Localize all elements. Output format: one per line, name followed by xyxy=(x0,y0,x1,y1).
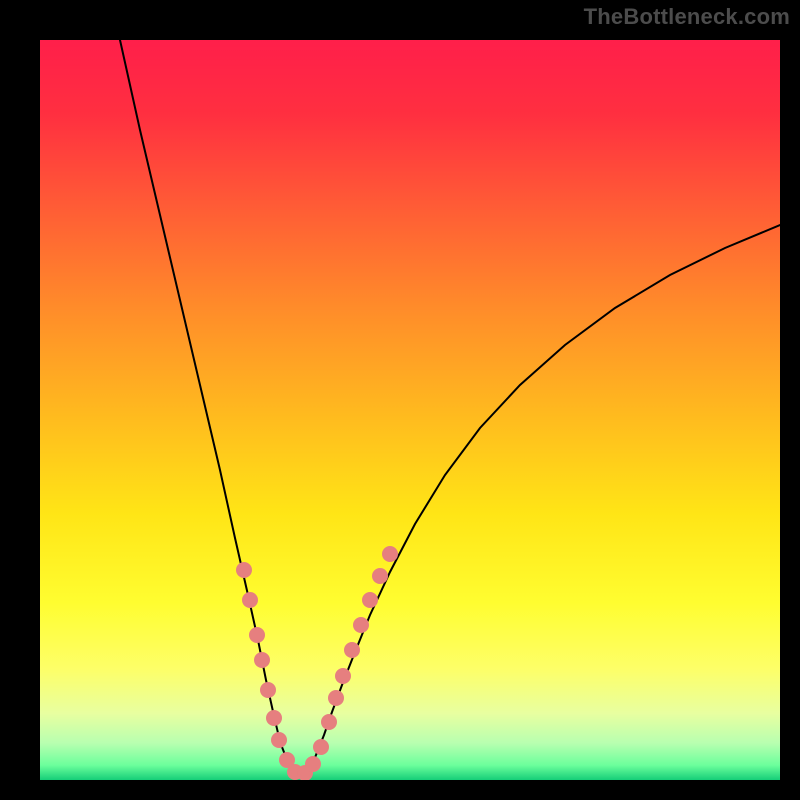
marker-dot xyxy=(335,668,351,684)
marker-dot xyxy=(313,739,329,755)
marker-dot xyxy=(260,682,276,698)
plot-area xyxy=(40,40,780,780)
marker-dot xyxy=(236,562,252,578)
marker-dot xyxy=(271,732,287,748)
marker-dot xyxy=(254,652,270,668)
marker-dot xyxy=(266,710,282,726)
attribution-text: TheBottleneck.com xyxy=(584,6,790,28)
marker-dot xyxy=(242,592,258,608)
marker-dot xyxy=(328,690,344,706)
curves-layer xyxy=(40,40,780,780)
curve-right-branch xyxy=(310,225,780,770)
marker-dot xyxy=(353,617,369,633)
marker-dot xyxy=(344,642,360,658)
chart-frame: TheBottleneck.com xyxy=(0,0,800,800)
marker-dot xyxy=(372,568,388,584)
marker-dot xyxy=(249,627,265,643)
marker-dot xyxy=(362,592,378,608)
marker-dot xyxy=(321,714,337,730)
marker-dot xyxy=(382,546,398,562)
marker-group xyxy=(236,546,398,781)
marker-dot xyxy=(305,756,321,772)
